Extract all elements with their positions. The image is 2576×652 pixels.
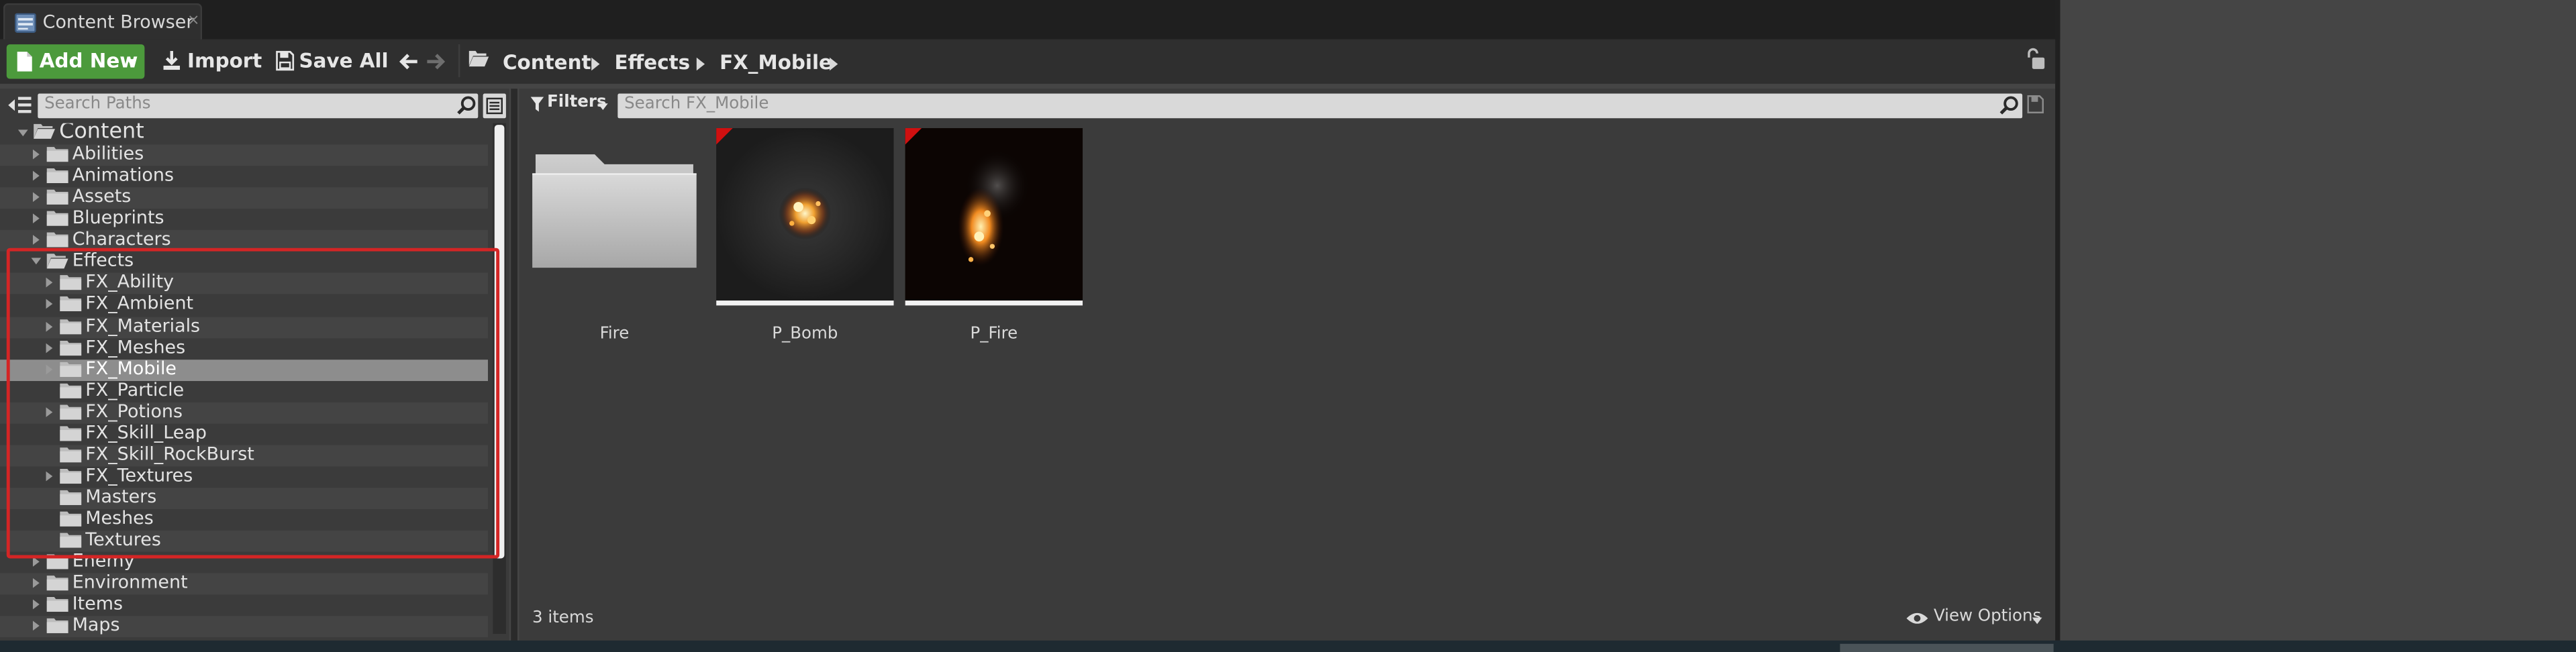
expand-right-icon[interactable] [32,578,40,589]
breadcrumb-fx-mobile[interactable]: FX_Mobile [720,51,832,74]
breadcrumb-effects[interactable]: Effects [614,51,690,74]
asset-name-fire: Fire [599,325,630,343]
expand-right-icon[interactable] [32,621,40,632]
folder-icon [46,189,69,205]
search-assets-placeholder: Search FX_Mobile [624,95,769,113]
view-options-label: View Options [1933,607,2042,626]
window-edge [2055,0,2061,641]
chevron-down-icon [2032,617,2042,624]
tree-item-label: Environment [72,572,188,594]
expand-right-icon[interactable] [32,149,40,160]
search-assets-input[interactable]: Search FX_Mobile [617,93,2023,119]
folder-icon [46,168,69,184]
view-options-button[interactable]: View Options [1905,608,2047,631]
search-icon [456,95,476,115]
tree-item-label: Blueprints [72,207,164,229]
tree-item-items[interactable]: Items [0,593,488,616]
tree-item-label: Maps [72,614,120,637]
folder-icon [46,146,69,162]
tab-label: Content Browser [42,11,194,33]
expand-right-icon[interactable] [32,213,40,224]
tree-item-label: Items [72,593,123,615]
breadcrumb-arrow-icon[interactable] [830,57,838,71]
asset-type-bar [905,301,1083,306]
tree-item-label: Characters [72,229,171,250]
filters-button[interactable]: Filters [526,94,611,119]
breadcrumb-arrow-icon[interactable] [696,57,705,71]
asset-name-p-bomb: P_Bomb [772,325,838,343]
chevron-down-icon [597,103,608,111]
particle-thumbnail [716,127,894,301]
tree-item-label: Abilities [72,143,144,164]
particle-thumbnail [905,127,1083,301]
empty-area [2060,0,2576,641]
panel-splitter[interactable] [511,89,518,641]
asset-name-p-fire: P_Fire [970,325,1018,343]
expand-right-icon[interactable] [32,170,40,181]
folder-open-icon[interactable] [468,49,490,67]
asset-tile-p-fire[interactable] [905,127,1083,306]
folder-icon [46,597,69,613]
tree-item-abilities[interactable]: Abilities [0,143,488,166]
asset-type-bar [716,301,894,306]
folder-open-icon [33,123,56,140]
item-count: 3 items [532,609,594,628]
expand-right-icon[interactable] [32,600,40,610]
tree-item-label: Animations [72,164,174,186]
search-paths-placeholder: Search Paths [44,95,151,113]
close-icon[interactable]: × [187,13,199,30]
taskbar-item [1840,643,2054,652]
folder-icon [532,151,697,269]
filter-icon [530,97,544,112]
expand-right-icon[interactable] [32,235,40,246]
content-browser-icon [15,13,36,33]
asset-tile-fire[interactable] [526,128,703,305]
search-icon [1999,95,2019,115]
tree-item-environment[interactable]: Environment [0,572,488,595]
breadcrumb-arrow-icon[interactable] [591,57,600,71]
tree-item-label: Content [59,123,144,145]
tab-strip [0,0,2061,40]
expand-right-icon[interactable] [32,192,40,203]
highlight-box [6,248,500,559]
path-view-options-icon[interactable] [483,93,506,119]
tree-item-maps[interactable]: Maps [0,614,488,637]
asset-tile-p-bomb[interactable] [716,127,894,306]
folder-icon [46,211,69,227]
collapse-sources-icon[interactable] [7,92,33,118]
folder-icon [46,232,69,248]
tab-content-browser[interactable]: Content Browser × [3,3,203,40]
taskbar [0,640,2576,652]
breadcrumb-content[interactable]: Content [503,51,591,74]
expand-right-icon[interactable] [32,557,40,567]
eye-icon [1905,611,1928,626]
asset-flag-icon [716,127,733,145]
tree-item-animations[interactable]: Animations [0,164,488,188]
breadcrumb: Content Effects FX_Mobile [0,40,2055,84]
folder-icon [46,618,69,635]
asset-flag-icon [905,127,922,145]
tree-item-content[interactable]: Content [0,123,488,145]
tree-item-assets[interactable]: Assets [0,186,488,209]
lock-icon[interactable] [2024,48,2046,70]
search-paths-input[interactable]: Search Paths [38,93,479,119]
tree-item-blueprints[interactable]: Blueprints [0,207,488,231]
tree-item-label: Assets [72,186,132,207]
folder-icon [46,576,69,592]
save-search-icon[interactable] [2027,95,2044,113]
expand-down-icon[interactable] [17,129,28,137]
